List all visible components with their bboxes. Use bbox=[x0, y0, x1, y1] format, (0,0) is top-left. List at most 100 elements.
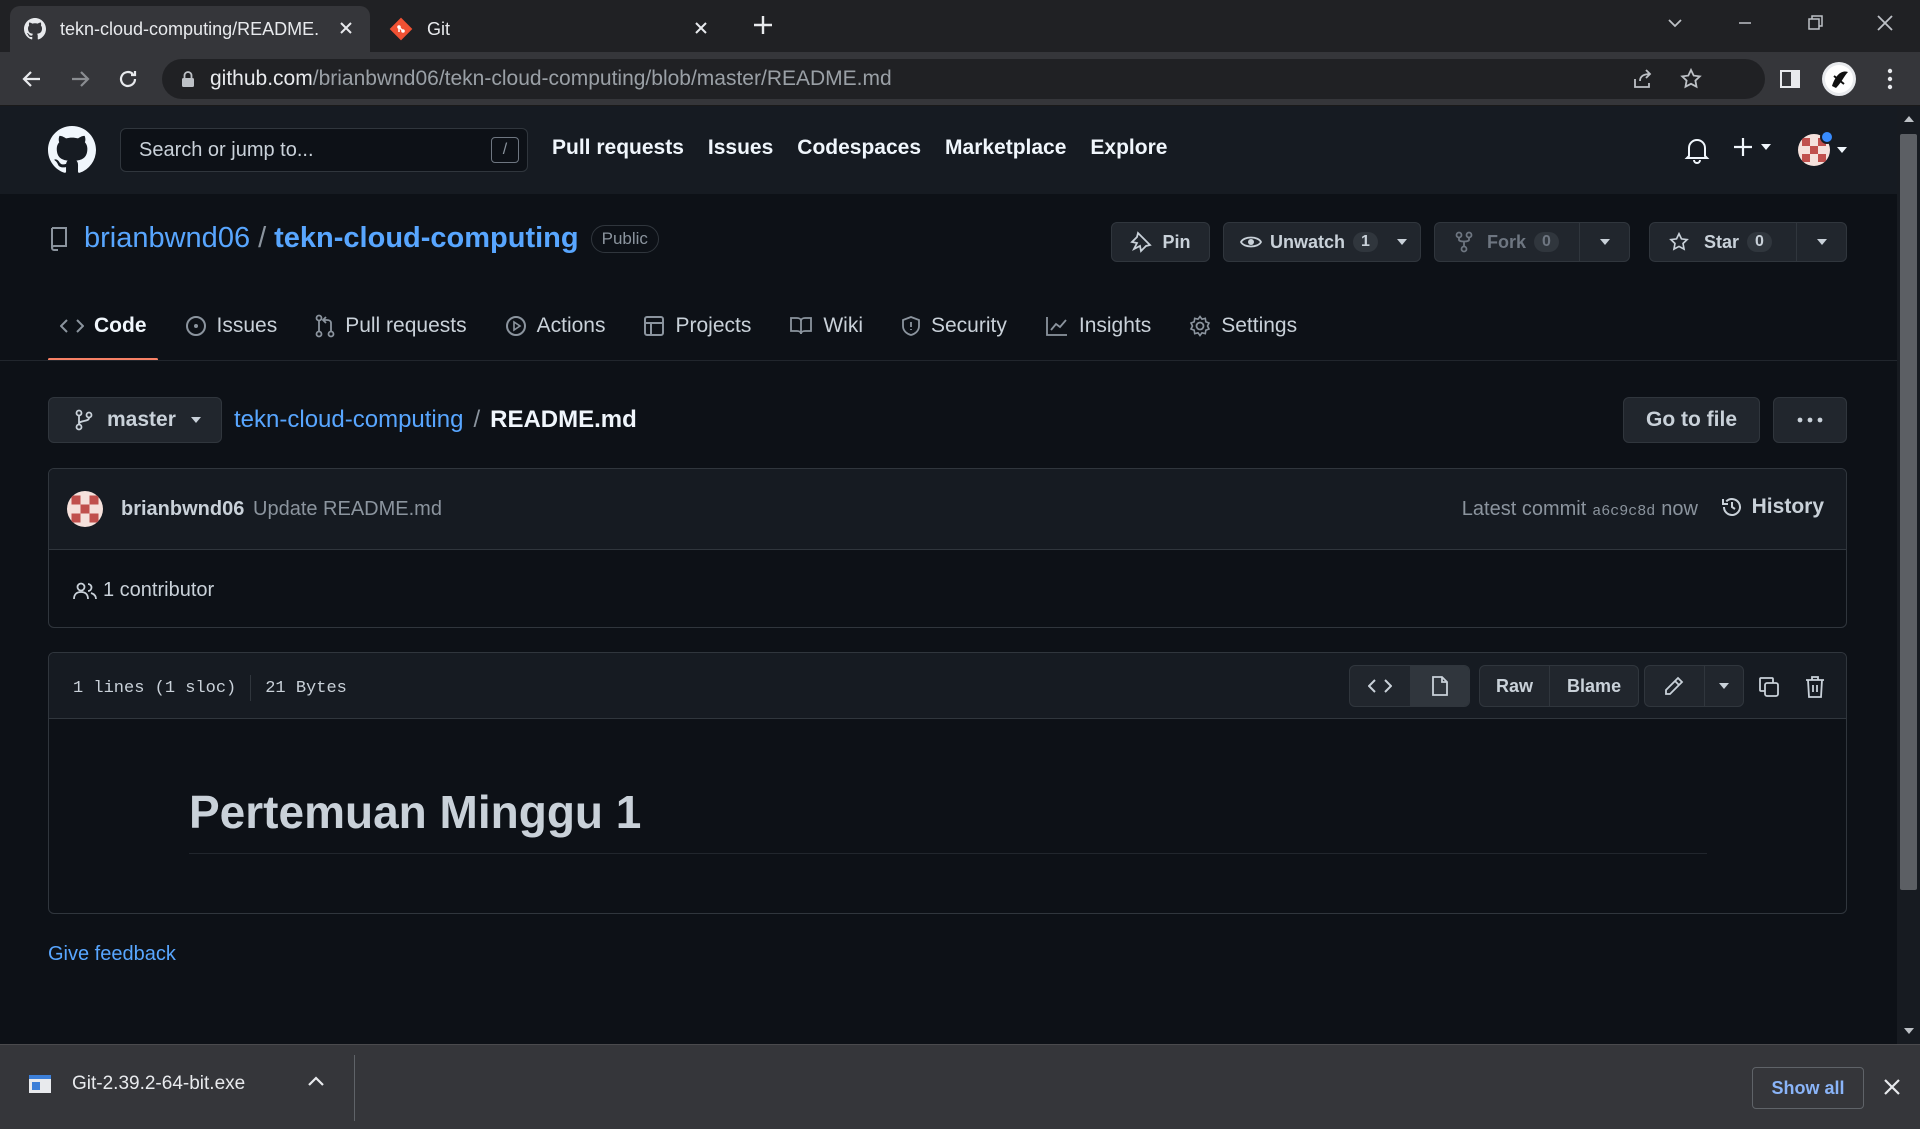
scrollbar-thumb[interactable] bbox=[1900, 134, 1917, 890]
commit-sha-link[interactable]: a6c9c8d bbox=[1592, 503, 1655, 520]
address-bar[interactable]: github.com/brianbwnd06/tekn-cloud-comput… bbox=[162, 59, 1765, 99]
contributors-link[interactable]: 1 contributor bbox=[73, 579, 214, 602]
fork-button[interactable]: Fork 0 bbox=[1434, 222, 1630, 262]
trash-icon[interactable] bbox=[1801, 673, 1829, 701]
close-icon[interactable] bbox=[1882, 1077, 1902, 1097]
nav-explore[interactable]: Explore bbox=[1090, 136, 1167, 160]
repo-name-link[interactable]: tekn-cloud-computing bbox=[274, 222, 578, 255]
plus-icon bbox=[1732, 136, 1754, 158]
raw-button[interactable]: Raw bbox=[1480, 666, 1549, 706]
share-icon[interactable] bbox=[1631, 67, 1655, 91]
tab-security[interactable]: Security bbox=[889, 306, 1019, 346]
tabs-divider bbox=[0, 360, 1897, 361]
breadcrumb-filename: README.md bbox=[490, 406, 637, 433]
history-link[interactable]: History bbox=[1720, 495, 1824, 519]
browser-tab-git[interactable]: Git bbox=[375, 6, 725, 52]
download-divider bbox=[354, 1055, 355, 1121]
minimize-icon[interactable] bbox=[1710, 0, 1780, 46]
history-label: History bbox=[1751, 495, 1824, 518]
star-button[interactable]: Star 0 bbox=[1649, 222, 1847, 262]
download-item[interactable]: Git-2.39.2-64-bit.exe bbox=[28, 1073, 245, 1095]
go-to-file-button[interactable]: Go to file bbox=[1623, 397, 1760, 443]
tab-wiki-label: Wiki bbox=[823, 314, 863, 337]
more-options-button[interactable] bbox=[1773, 397, 1847, 443]
search-placeholder: Search or jump to... bbox=[139, 138, 314, 161]
tab-projects[interactable]: Projects bbox=[631, 306, 763, 346]
edit-file-button[interactable] bbox=[1645, 666, 1704, 706]
notification-dot bbox=[1820, 130, 1834, 144]
profile-avatar-icon[interactable] bbox=[1822, 62, 1856, 96]
nav-pull-requests[interactable]: Pull requests bbox=[552, 136, 684, 160]
branch-selector-button[interactable]: master bbox=[48, 397, 222, 443]
watch-count: 1 bbox=[1353, 232, 1378, 252]
notification-bell-icon[interactable] bbox=[1684, 136, 1710, 164]
breadcrumb: tekn-cloud-computing / README.md bbox=[234, 406, 637, 434]
tab-search-icon[interactable] bbox=[1640, 0, 1710, 46]
give-feedback-link[interactable]: Give feedback bbox=[48, 943, 176, 966]
scroll-down-arrow-icon[interactable] bbox=[1902, 1024, 1916, 1038]
shield-icon bbox=[901, 315, 921, 337]
commit-message-link[interactable]: Update README.md bbox=[253, 498, 442, 521]
file-icon bbox=[1431, 675, 1449, 697]
edit-group bbox=[1644, 665, 1744, 707]
commit-meta: Latest commit a6c9c8d now bbox=[1462, 498, 1698, 521]
chevron-up-icon[interactable] bbox=[307, 1075, 325, 1087]
file-size: 21 Bytes bbox=[265, 678, 347, 698]
pin-button[interactable]: Pin bbox=[1111, 222, 1210, 262]
copy-icon[interactable] bbox=[1755, 673, 1783, 701]
blame-button[interactable]: Blame bbox=[1549, 666, 1638, 706]
browser-tab-github[interactable]: tekn-cloud-computing/README.md bbox=[10, 6, 370, 52]
show-all-button[interactable]: Show all bbox=[1752, 1067, 1864, 1109]
source-view-button[interactable] bbox=[1350, 666, 1410, 706]
nav-marketplace[interactable]: Marketplace bbox=[945, 136, 1066, 160]
tab-projects-label: Projects bbox=[675, 314, 752, 337]
tab-code[interactable]: Code bbox=[48, 306, 159, 346]
scroll-up-arrow-icon[interactable] bbox=[1902, 112, 1916, 126]
nav-codespaces[interactable]: Codespaces bbox=[797, 136, 921, 160]
url-text: github.com/brianbwnd06/tekn-cloud-comput… bbox=[210, 67, 892, 90]
graph-icon bbox=[1045, 315, 1069, 337]
forward-arrow-icon[interactable] bbox=[66, 65, 94, 93]
download-filename: Git-2.39.2-64-bit.exe bbox=[72, 1073, 246, 1094]
github-logo-icon[interactable] bbox=[48, 126, 96, 174]
side-panel-icon[interactable] bbox=[1776, 65, 1804, 93]
lock-icon[interactable] bbox=[180, 70, 196, 88]
restore-icon[interactable] bbox=[1780, 0, 1850, 46]
create-new-menu[interactable] bbox=[1732, 136, 1772, 158]
reload-icon[interactable] bbox=[114, 65, 142, 93]
breadcrumb-repo-link[interactable]: tekn-cloud-computing bbox=[234, 406, 463, 434]
search-input[interactable]: Search or jump to... / bbox=[120, 128, 528, 172]
rendered-view-button[interactable] bbox=[1409, 666, 1469, 706]
github-header: Search or jump to... / Pull requests Iss… bbox=[0, 106, 1897, 194]
new-tab-button[interactable] bbox=[750, 12, 776, 38]
download-shelf: Git-2.39.2-64-bit.exe Show all bbox=[0, 1044, 1920, 1129]
tab-issues[interactable]: Issues bbox=[173, 306, 290, 346]
commit-author-link[interactable]: brianbwnd06 bbox=[121, 498, 244, 521]
eye-icon bbox=[1240, 233, 1262, 251]
readme-heading: Pertemuan Minggu 1 bbox=[189, 786, 642, 838]
tab-wiki[interactable]: Wiki bbox=[777, 306, 875, 346]
caret-down-icon bbox=[1760, 143, 1772, 151]
author-avatar-icon[interactable] bbox=[67, 491, 103, 527]
file-info: 1 lines (1 sloc) 21 Bytes bbox=[73, 675, 347, 701]
close-window-icon[interactable] bbox=[1850, 0, 1920, 46]
fork-dropdown[interactable] bbox=[1579, 223, 1629, 261]
view-mode-toggle bbox=[1349, 665, 1470, 707]
back-arrow-icon[interactable] bbox=[18, 65, 46, 93]
browser-menu-icon[interactable] bbox=[1876, 65, 1904, 93]
repo-owner-link[interactable]: brianbwnd06 bbox=[84, 222, 250, 255]
bookmark-star-icon[interactable] bbox=[1679, 67, 1703, 91]
tab-actions[interactable]: Actions bbox=[493, 306, 618, 346]
tab-insights[interactable]: Insights bbox=[1033, 306, 1163, 346]
tab-settings[interactable]: Settings bbox=[1177, 306, 1309, 346]
edit-dropdown-button[interactable] bbox=[1703, 666, 1743, 706]
repo-tabs: Code Issues Pull requests Actions Projec… bbox=[48, 306, 1323, 362]
close-tab-icon[interactable] bbox=[691, 18, 711, 38]
git-branch-icon bbox=[75, 409, 93, 431]
tab-pull-requests[interactable]: Pull requests bbox=[303, 306, 478, 346]
user-menu[interactable] bbox=[1798, 130, 1848, 166]
unwatch-button[interactable]: Unwatch 1 bbox=[1223, 222, 1421, 262]
nav-issues[interactable]: Issues bbox=[708, 136, 773, 160]
close-tab-icon[interactable] bbox=[336, 18, 356, 38]
star-dropdown[interactable] bbox=[1796, 223, 1846, 261]
